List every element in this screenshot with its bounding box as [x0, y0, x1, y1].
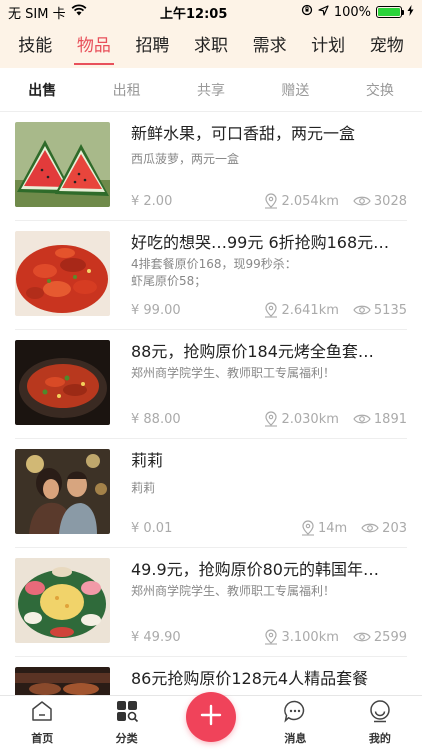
tab-home-label: 首页	[31, 732, 54, 745]
location-pin-icon	[264, 629, 278, 645]
item-title: 49.9元，抢购原价80元的韩国年…	[131, 560, 379, 579]
list-item[interactable]: 49.9元，抢购原价80元的韩国年… 郑州商学院学生、教师职工专属福利！ ¥ 4…	[0, 548, 422, 657]
list-item[interactable]: 88元，抢购原价184元烤全鱼套… 郑州商学院学生、教师职工专属福利！ ¥ 88…	[0, 330, 422, 439]
tab-messages[interactable]: 消息	[253, 696, 337, 750]
category-tab-jobseek[interactable]: 求职	[182, 24, 241, 68]
publish-button[interactable]	[186, 692, 236, 742]
sub-tab-rent[interactable]: 出租	[84, 80, 168, 100]
item-price: ¥ 88.00	[131, 411, 181, 427]
category-tab-demand[interactable]: 需求	[240, 24, 299, 68]
item-distance: 2.030km	[281, 411, 339, 427]
home-icon	[30, 699, 54, 730]
plus-icon	[200, 704, 222, 730]
eye-icon	[353, 631, 371, 643]
list-item[interactable]: 莉莉 莉莉 ¥ 0.01 14m 203	[0, 439, 422, 548]
list-item[interactable]: 新鲜水果，可口香甜，两元一盒 西瓜菠萝，两元一盒 ¥ 2.00 2.054km …	[0, 112, 422, 221]
location-arrow-icon	[318, 4, 329, 20]
tab-category-label: 分类	[115, 732, 138, 745]
goods-list: 新鲜水果，可口香甜，两元一盒 西瓜菠萝，两元一盒 ¥ 2.00 2.054km …	[0, 112, 422, 695]
item-distance: 3.100km	[281, 629, 339, 645]
tab-home[interactable]: 首页	[0, 696, 84, 750]
category-tab-plan[interactable]: 计划	[299, 24, 358, 68]
location-pin-icon	[264, 302, 278, 318]
user-face-icon	[368, 699, 392, 730]
sub-tabs: 出售 出租 共享 赠送 交换	[0, 68, 422, 112]
grilled-fish-thumbnail	[15, 340, 110, 425]
eye-icon	[353, 304, 371, 316]
item-description: 西瓜菠萝，两元一盒	[131, 152, 240, 166]
item-description: 郑州商学院学生、教师职工专属福利！	[131, 366, 336, 380]
crayfish-thumbnail	[15, 231, 110, 316]
wifi-icon	[71, 4, 87, 20]
item-title: 新鲜水果，可口香甜，两元一盒	[131, 124, 356, 143]
carrier-label: 无 SIM 卡	[8, 6, 66, 22]
list-item[interactable]: 86元抢购原价128元4人精品套餐	[0, 657, 422, 695]
item-title: 88元，抢购原价184元烤全鱼套…	[131, 342, 374, 361]
eye-icon	[353, 195, 371, 207]
watermelon-thumbnail	[15, 122, 110, 207]
battery-percent: 100%	[333, 4, 371, 20]
item-distance: 14m	[317, 520, 348, 536]
item-price: ¥ 2.00	[131, 193, 173, 209]
battery-icon	[375, 6, 404, 18]
item-price: ¥ 99.00	[131, 302, 181, 318]
tab-mine[interactable]: 我的	[338, 696, 422, 750]
category-nav: 技能 物品 招聘 求职 需求 计划 宠物	[0, 24, 422, 68]
sub-tab-exchange[interactable]: 交换	[338, 80, 422, 100]
category-tab-pet[interactable]: 宠物	[357, 24, 416, 68]
tab-category[interactable]: 分类	[84, 696, 168, 750]
category-tab-recruit[interactable]: 招聘	[123, 24, 182, 68]
sub-tab-sell[interactable]: 出售	[0, 80, 84, 100]
orientation-lock-icon	[301, 4, 313, 20]
chat-bubble-icon	[283, 699, 307, 730]
item-distance: 2.054km	[281, 193, 339, 209]
charging-icon	[407, 4, 414, 20]
couple-photo-thumbnail	[15, 449, 110, 534]
location-pin-icon	[301, 520, 315, 536]
sub-tab-share[interactable]: 共享	[169, 80, 253, 100]
bbq-thumbnail	[15, 667, 110, 695]
sub-tab-gift[interactable]: 赠送	[253, 80, 337, 100]
item-price: ¥ 49.90	[131, 629, 181, 645]
tab-messages-label: 消息	[284, 732, 307, 745]
status-bar: 无 SIM 卡 上午12:05 100%	[0, 0, 422, 24]
item-description: 郑州商学院学生、教师职工专属福利！	[131, 584, 336, 598]
eye-icon	[353, 413, 371, 425]
item-distance: 2.641km	[281, 302, 339, 318]
category-tab-goods[interactable]: 物品	[65, 24, 124, 68]
location-pin-icon	[264, 193, 278, 209]
item-views: 2599	[373, 629, 407, 645]
rice-cake-thumbnail	[15, 558, 110, 643]
category-tab-skill[interactable]: 技能	[6, 24, 65, 68]
item-title: 莉莉	[131, 451, 164, 470]
item-views: 3028	[373, 193, 407, 209]
item-price: ¥ 0.01	[131, 520, 173, 536]
item-views: 1891	[373, 411, 407, 427]
list-item[interactable]: 好吃的想哭…99元 6折抢购168元… 4排套餐原价168，现99秒杀： 虾尾原…	[0, 221, 422, 330]
item-views: 203	[382, 520, 407, 536]
clock: 上午12:05	[160, 6, 228, 22]
bottom-tab-bar: 首页 分类 消息 我的	[0, 692, 422, 750]
tab-mine-label: 我的	[368, 732, 391, 745]
item-description: 4排套餐原价168，现99秒杀： 虾尾原价58；	[131, 257, 297, 288]
location-pin-icon	[264, 411, 278, 427]
category-grid-icon	[115, 699, 139, 730]
item-title: 86元抢购原价128元4人精品套餐	[131, 669, 369, 688]
item-views: 5135	[373, 302, 407, 318]
item-title: 好吃的想哭…99元 6折抢购168元…	[131, 233, 390, 252]
eye-icon	[361, 522, 379, 534]
header: 无 SIM 卡 上午12:05 100% 技能 物品 招聘 求职 需求 计划 宠…	[0, 0, 422, 68]
item-description: 莉莉	[131, 481, 156, 495]
